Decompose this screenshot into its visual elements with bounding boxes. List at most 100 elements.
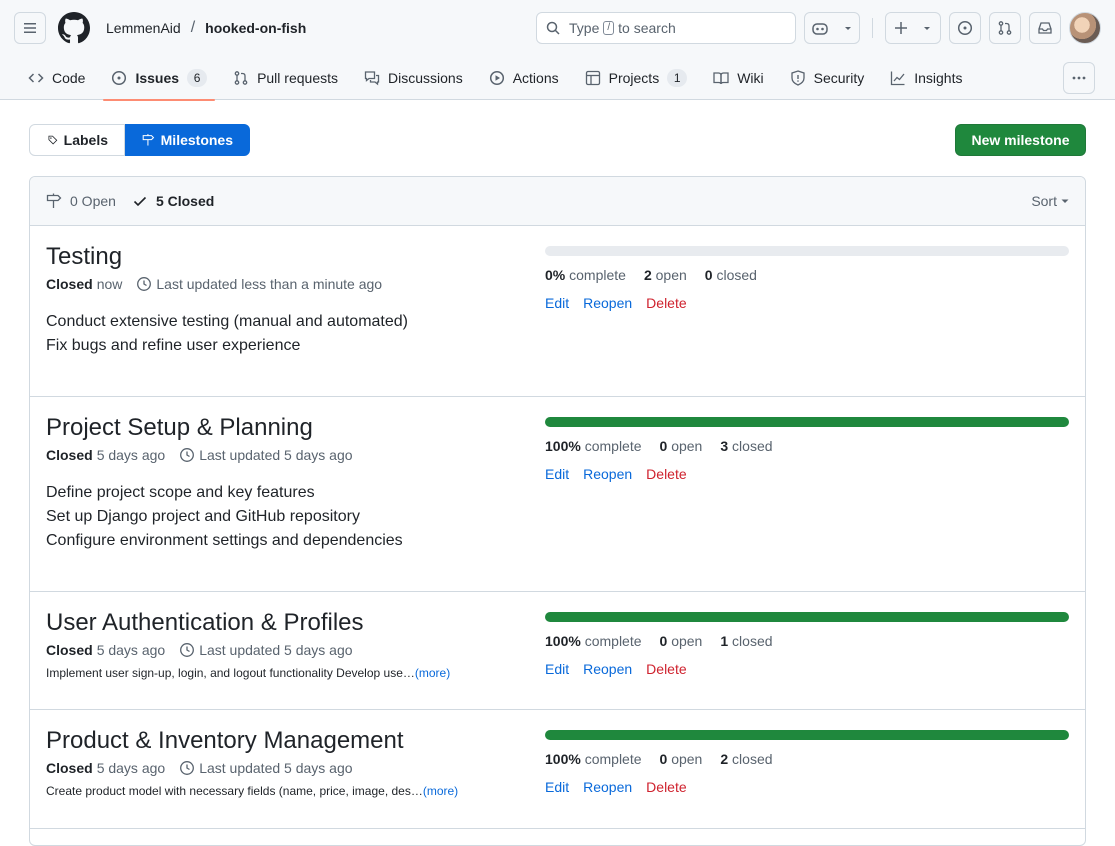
edit-link[interactable]: Edit: [545, 661, 569, 677]
milestone-updated: Last updated 5 days ago: [199, 447, 353, 463]
milestone-closed-when: now: [96, 276, 123, 292]
caret-down-icon: [1061, 199, 1069, 203]
milestone-closed-when: 5 days ago: [96, 642, 166, 658]
closed-milestones-filter[interactable]: 5 Closed: [132, 193, 214, 209]
milestone-title[interactable]: Project Setup & Planning: [46, 414, 313, 441]
code-icon: [28, 73, 44, 83]
edit-link[interactable]: Edit: [545, 295, 569, 311]
edit-link[interactable]: Edit: [545, 466, 569, 482]
progress-bar: [545, 612, 1069, 622]
progress-fill: [545, 417, 1069, 427]
new-milestone-button[interactable]: New milestone: [955, 124, 1086, 156]
delete-link[interactable]: Delete: [646, 661, 686, 677]
create-new-button[interactable]: [885, 12, 941, 44]
milestone-status: Closed: [46, 642, 93, 658]
hamburger-icon: [24, 23, 36, 33]
search-suffix: to search: [618, 20, 676, 36]
tab-wiki[interactable]: Wiki: [705, 56, 771, 100]
milestone-progress-panel: 100% complete 0 open 1 closed Edit Reope…: [545, 612, 1069, 677]
avatar[interactable]: [1069, 12, 1101, 44]
milestone-actions: Edit Reopen Delete: [545, 466, 1069, 482]
milestone-progress-panel: 0% complete 2 open 0 closed Edit Reopen …: [545, 246, 1069, 311]
edit-link[interactable]: Edit: [545, 779, 569, 795]
play-icon: [489, 70, 504, 86]
pull-request-icon: [234, 71, 248, 85]
clock-icon: [180, 643, 195, 657]
discussion-icon: [364, 71, 380, 86]
delete-link[interactable]: Delete: [646, 295, 686, 311]
tab-pull-requests[interactable]: Pull requests: [225, 56, 346, 100]
sort-dropdown[interactable]: Sort: [1031, 193, 1069, 209]
milestone-title[interactable]: Product & Inventory Management: [46, 727, 404, 754]
tab-label: Code: [52, 70, 86, 86]
milestone-meta: Closed 5 days ago Last updated 5 days ag…: [46, 447, 526, 463]
progress-bar: [545, 417, 1069, 427]
stat-closed: 0 closed: [704, 267, 757, 283]
milestone-status: Closed: [46, 276, 93, 292]
milestone-title[interactable]: Testing: [46, 243, 122, 270]
stat-open: 0 open: [659, 438, 703, 454]
tab-discussions[interactable]: Discussions: [356, 56, 471, 100]
milestone-actions: Edit Reopen Delete: [545, 779, 1069, 795]
stat-closed: 3 closed: [720, 438, 773, 454]
tab-security[interactable]: Security: [782, 56, 873, 100]
clock-icon: [137, 277, 152, 291]
open-milestones-filter[interactable]: 0 Open: [46, 193, 116, 209]
tab-label: Security: [813, 70, 865, 86]
milestones-button[interactable]: Milestones: [125, 124, 250, 156]
repo-tabs: Code Issues 6 Pull requests Discussions …: [0, 56, 1115, 101]
top-bar: LemmenAid / hooked-on-fish Type / to sea…: [0, 0, 1115, 56]
milestone-closed-when: 5 days ago: [96, 760, 166, 776]
more-link[interactable]: (more): [423, 784, 458, 798]
progress-bar: [545, 246, 1069, 256]
pull-requests-shortcut-button[interactable]: [989, 12, 1021, 44]
milestone-description: Implement user sign-up, login, and logou…: [46, 666, 526, 680]
tag-icon: [48, 135, 58, 145]
clock-icon: [180, 761, 195, 775]
milestone-actions: Edit Reopen Delete: [545, 661, 1069, 677]
tab-label: Pull requests: [257, 70, 338, 86]
more-options-button[interactable]: [1063, 62, 1095, 94]
delete-link[interactable]: Delete: [646, 466, 686, 482]
issues-counter: 6: [187, 69, 208, 87]
reopen-link[interactable]: Reopen: [583, 661, 632, 677]
breadcrumb-owner[interactable]: LemmenAid: [106, 20, 181, 36]
tab-projects[interactable]: Projects 1: [577, 56, 696, 100]
repo-header: LemmenAid / hooked-on-fish Type / to sea…: [0, 0, 1115, 101]
milestone-stats: 0% complete 2 open 0 closed: [545, 267, 1069, 283]
tab-label: Issues: [135, 70, 180, 86]
milestone-title[interactable]: User Authentication & Profiles: [46, 609, 364, 636]
milestone-icon: [46, 193, 62, 208]
stat-complete: 100% complete: [545, 633, 642, 649]
labels-button[interactable]: Labels: [29, 124, 125, 156]
description-truncated: Implement user sign-up, login, and logou…: [46, 666, 415, 680]
copilot-button[interactable]: [804, 12, 860, 44]
milestones-filter-bar: 0 Open 5 Closed Sort: [30, 177, 1085, 226]
stat-complete: 0% complete: [545, 267, 626, 283]
tab-actions[interactable]: Actions: [481, 56, 567, 100]
description-line: Fix bugs and refine user experience: [46, 337, 301, 354]
milestone-item: Project Setup & Planning Closed 5 days a…: [30, 397, 1085, 592]
milestone-progress-panel: 100% complete 0 open 2 closed Edit Reope…: [545, 730, 1069, 795]
milestone-item: User Authentication & Profiles Closed 5 …: [30, 592, 1085, 710]
search-input[interactable]: Type / to search: [536, 12, 796, 44]
tab-issues[interactable]: Issues 6: [103, 56, 215, 101]
github-logo-icon[interactable]: [58, 12, 90, 44]
milestone-description: Create product model with necessary fiel…: [46, 784, 526, 798]
labels-label: Labels: [63, 132, 108, 148]
inbox-button[interactable]: [1029, 12, 1061, 44]
tab-code[interactable]: Code: [20, 56, 93, 100]
stat-open: 0 open: [659, 633, 703, 649]
shield-icon: [790, 70, 805, 86]
breadcrumb-repo[interactable]: hooked-on-fish: [205, 20, 306, 36]
menu-button[interactable]: [14, 12, 46, 44]
more-link[interactable]: (more): [415, 666, 450, 680]
reopen-link[interactable]: Reopen: [583, 466, 632, 482]
tab-insights[interactable]: Insights: [882, 56, 970, 100]
reopen-link[interactable]: Reopen: [583, 779, 632, 795]
delete-link[interactable]: Delete: [646, 779, 686, 795]
reopen-link[interactable]: Reopen: [583, 295, 632, 311]
issues-shortcut-button[interactable]: [949, 12, 981, 44]
milestone-closed-when: 5 days ago: [96, 447, 166, 463]
milestone-icon: [142, 134, 155, 146]
